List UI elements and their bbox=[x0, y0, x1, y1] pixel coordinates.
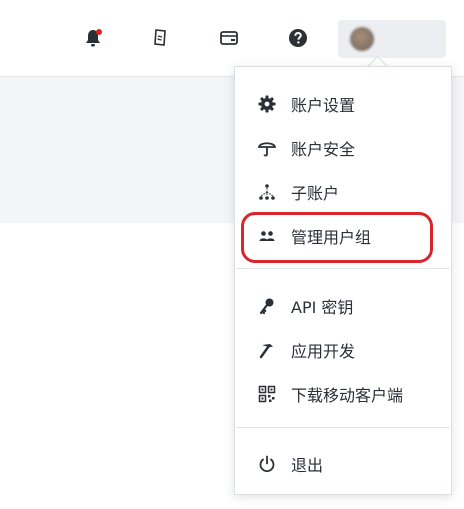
wallet-icon[interactable] bbox=[216, 25, 242, 51]
menu-item-account-security[interactable]: 账户安全 bbox=[235, 126, 451, 170]
help-icon[interactable] bbox=[285, 25, 311, 51]
menu-divider bbox=[236, 427, 450, 428]
menu-item-label: 账户设置 bbox=[291, 96, 356, 115]
menu-item-api-keys[interactable]: API 密钥 bbox=[235, 284, 451, 328]
user-account-button[interactable] bbox=[338, 20, 446, 58]
menu-item-download-mobile-client[interactable]: 下载移动客户端 bbox=[235, 372, 451, 416]
menu-item-app-development[interactable]: 应用开发 bbox=[235, 328, 451, 372]
avatar bbox=[350, 27, 374, 51]
menu-item-label: 账户安全 bbox=[291, 140, 356, 159]
menu-item-account-settings[interactable]: 账户设置 bbox=[235, 82, 451, 126]
menu-item-label: 退出 bbox=[291, 456, 324, 475]
menu-item-logout[interactable]: 退出 bbox=[235, 442, 451, 486]
highlight-annotation bbox=[241, 212, 433, 263]
certificate-icon[interactable] bbox=[147, 25, 173, 51]
menu-item-label: 下载移动客户端 bbox=[291, 386, 404, 405]
umbrella-icon bbox=[257, 138, 277, 158]
gear-icon bbox=[257, 94, 277, 114]
menu-item-label: API 密钥 bbox=[291, 298, 354, 317]
hammer-icon bbox=[257, 340, 277, 360]
power-icon bbox=[257, 454, 277, 474]
menu-divider bbox=[236, 268, 450, 269]
key-icon bbox=[257, 296, 277, 316]
qr-code-icon bbox=[257, 384, 277, 404]
notification-badge bbox=[96, 29, 102, 35]
notification-bell-icon[interactable] bbox=[80, 25, 106, 51]
menu-item-sub-account[interactable]: 子账户 bbox=[235, 170, 451, 214]
menu-item-label: 应用开发 bbox=[291, 342, 356, 361]
account-dropdown-menu: 账户设置 账户安全 子账户 管理用户组 API 密钥 应用开发 下载移动客户端 … bbox=[234, 66, 452, 495]
hierarchy-icon bbox=[257, 182, 277, 202]
menu-item-label: 子账户 bbox=[291, 184, 340, 203]
